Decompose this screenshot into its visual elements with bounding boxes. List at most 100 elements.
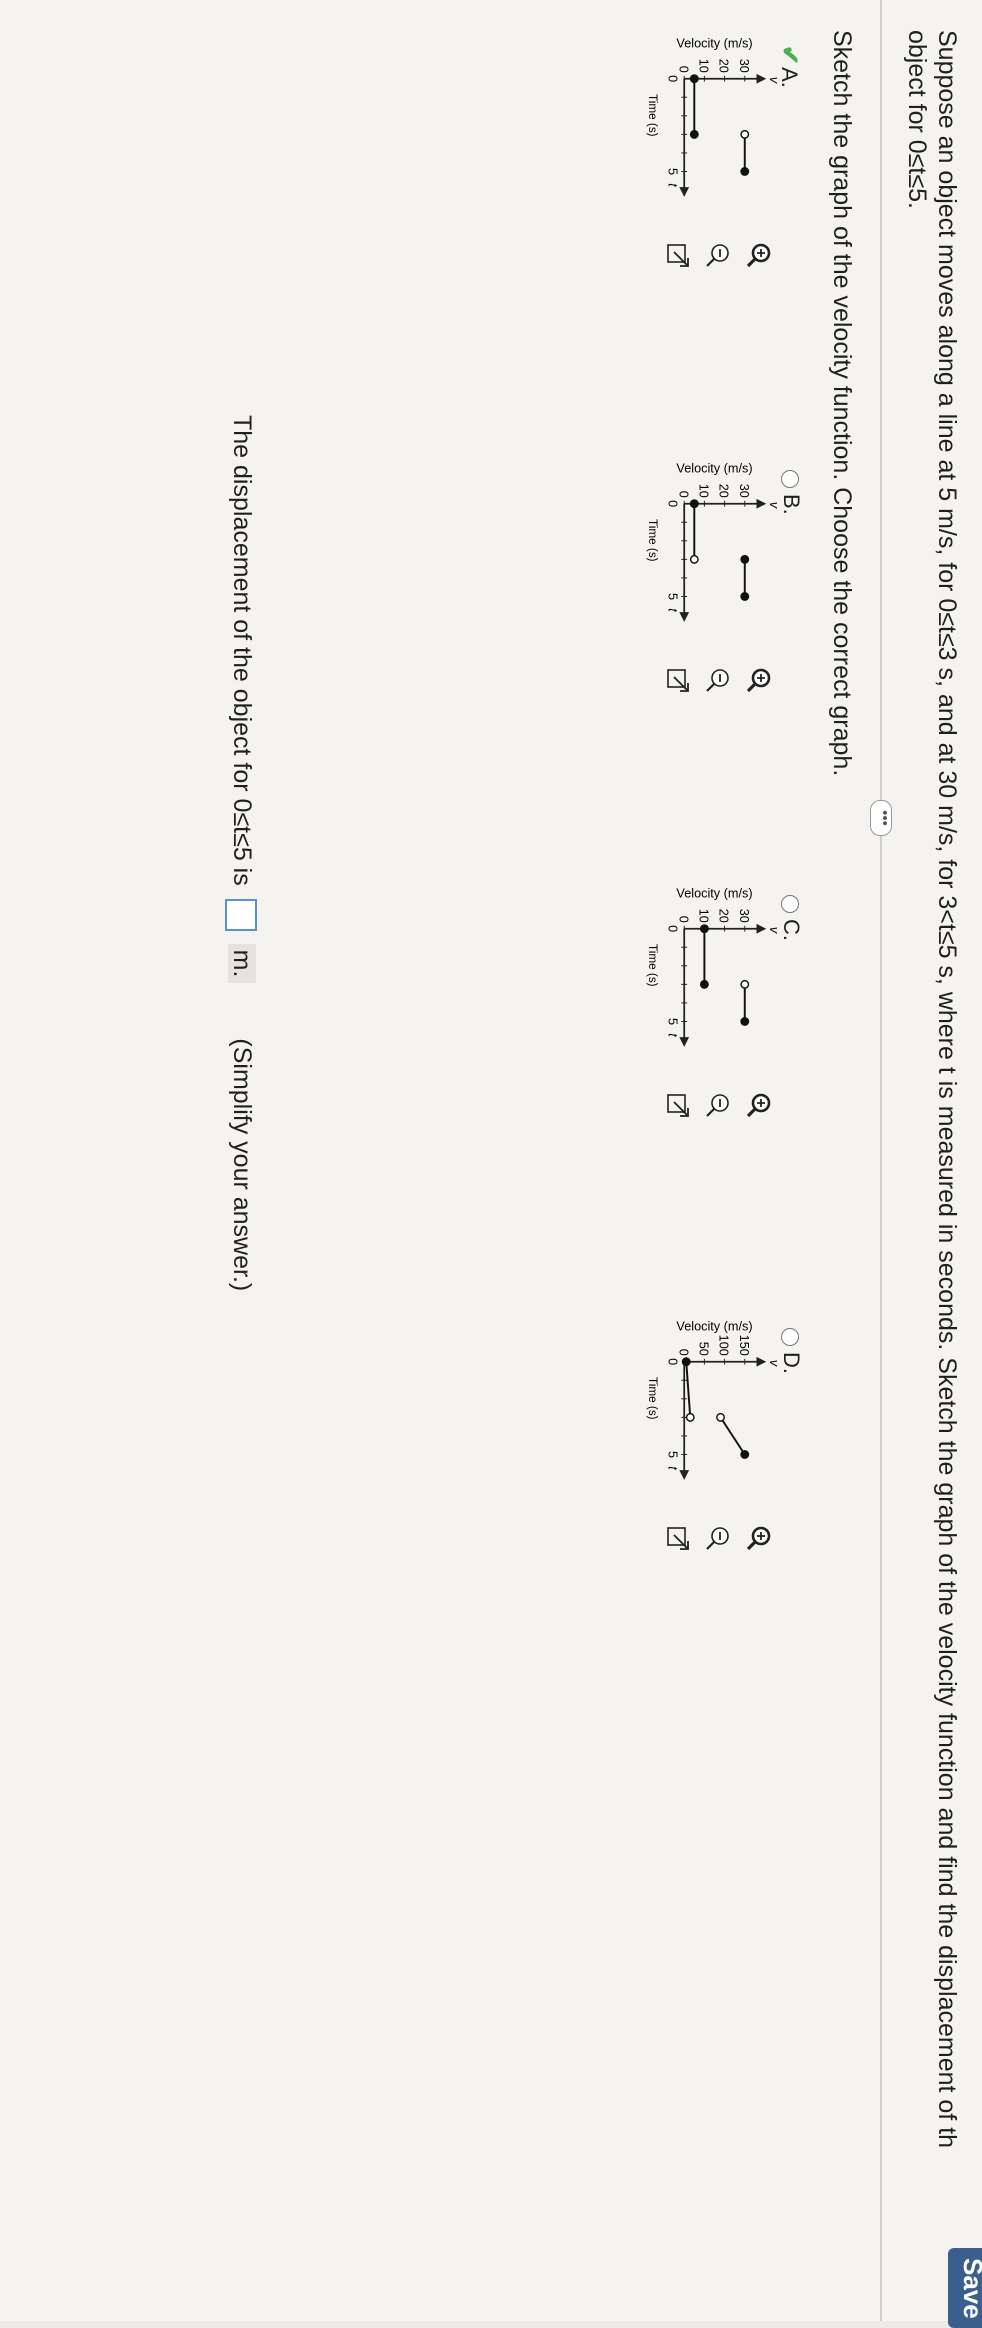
closed-point [689,129,699,139]
closed-point [689,499,699,509]
y-tick-label: 0 [676,491,690,498]
question-text-line2: object for 0≤t≤5. [903,30,931,209]
checkmark-icon[interactable]: ✔ [776,45,803,65]
x-tick-label: 0 [666,500,680,507]
option-d-zoom-in-icon[interactable] [744,1523,774,1553]
option-c-velocity-graph: 30 20 10 0 0 5 v t Velocity (m/s) Time (s) [646,886,781,1047]
simplify-hint: (Simplify your answer.) [228,1038,256,1292]
radio-button[interactable] [780,1328,799,1346]
y-tick-label: 50 [697,1342,711,1356]
option-c-choice[interactable]: C. [778,895,804,941]
y-tick-label: 0 [676,916,690,923]
y-tick-label: 0 [676,66,690,73]
radio-button[interactable] [780,470,799,488]
x-axis-letter: t [666,1033,680,1037]
more-button[interactable]: ••• [870,800,893,836]
option-b-zoom-out-icon[interactable] [703,665,733,695]
closed-point [689,74,699,84]
x-tick-label: 0 [666,1358,680,1365]
option-b-label: B. [779,494,804,515]
y-tick-label: 20 [717,909,731,923]
x-axis-arrow [679,1470,690,1480]
x-tick-label: 5 [666,168,680,175]
closed-point [681,1357,691,1367]
x-axis-label: Time (s) [646,94,659,137]
closed-point [740,1017,750,1026]
part1-prompt: Sketch the graph of the velocity functio… [828,30,856,777]
x-axis-arrow [679,1037,690,1047]
open-point [716,1412,725,1422]
y-tick-label: 30 [737,484,751,498]
y-axis-letter: v [767,1360,781,1367]
y-axis-letter: v [767,927,781,934]
open-point [740,129,750,139]
closed-point [740,592,750,601]
x-axis-letter: t [666,1466,680,1470]
option-c-popout-icon[interactable] [662,1090,692,1120]
displacement-answer-input[interactable] [224,898,257,931]
option-c-label: C. [779,919,804,941]
option-d-velocity-graph: 150 100 50 0 0 5 v t Velocity (m/s) Time (s) [646,1319,781,1480]
x-tick-label: 5 [666,1451,680,1458]
y-axis-arrow [756,498,767,509]
y-axis-letter: v [767,502,781,509]
option-b-velocity-graph: 30 20 10 0 0 5 v t Velocity (m/s) Time (s) [646,461,781,622]
open-point [685,1412,695,1422]
y-axis-label: Velocity (m/s) [676,1319,752,1333]
y-axis-label: Velocity (m/s) [676,36,752,50]
y-tick-label: 20 [717,484,731,498]
y-axis-label: Velocity (m/s) [676,886,752,900]
option-a-velocity-graph: 30 20 10 0 0 5 v t Velocity (m/s) Time (s) [646,36,781,197]
y-tick-label: 10 [697,59,711,73]
y-tick-label: 30 [737,59,751,73]
y-axis-label: Velocity (m/s) [676,461,752,475]
option-a-zoom-out-icon[interactable] [703,240,733,270]
closed-point [740,554,750,564]
part2-prefix: The displacement of the object for 0≤t≤5… [228,415,256,886]
question-text-line1: Suppose an object moves along a line at … [933,30,961,2149]
x-axis-letter: t [666,608,680,612]
option-d-choice[interactable]: D. [778,1328,804,1374]
closed-point [740,167,750,176]
y-tick-label: 10 [697,909,711,923]
unit-label: m. [228,943,256,984]
y-tick-label: 30 [737,909,751,923]
question-page: Save Suppose an object moves along a lin… [0,0,982,2328]
part2-row: The displacement of the object for 0≤t≤5… [224,415,257,1292]
y-tick-label: 10 [697,484,711,498]
option-d-zoom-out-icon[interactable] [703,1523,733,1553]
y-tick-label: 100 [717,1335,731,1356]
x-axis-label: Time (s) [646,944,659,987]
save-button[interactable]: Save [948,2248,982,2328]
x-tick-label: 5 [666,1018,680,1025]
x-axis-letter: t [666,183,680,187]
x-axis-arrow [679,612,690,622]
x-axis-arrow [679,187,690,197]
option-a-popout-icon[interactable] [662,240,692,270]
open-point [689,554,699,564]
segment-1 [685,1361,692,1418]
closed-point [699,979,709,989]
option-a-zoom-in-icon[interactable] [744,240,774,270]
option-b-choice[interactable]: B. [778,470,804,515]
option-c-zoom-in-icon[interactable] [744,1090,774,1120]
y-axis-arrow [756,923,767,934]
y-tick-label: 0 [676,1349,690,1356]
x-axis-label: Time (s) [646,1377,659,1420]
section-divider [880,0,882,2321]
option-d-popout-icon[interactable] [662,1523,692,1553]
x-tick-label: 0 [666,75,680,82]
open-point [740,979,750,989]
option-d-label: D. [779,1352,804,1374]
radio-button[interactable] [780,895,799,913]
option-b-zoom-in-icon[interactable] [744,665,774,695]
segment-2 [719,1416,746,1456]
y-axis-arrow [756,1356,767,1367]
y-tick-label: 20 [717,59,731,73]
y-tick-label: 150 [737,1335,751,1356]
y-axis-arrow [756,73,767,84]
option-c-zoom-out-icon[interactable] [703,1090,733,1120]
x-tick-label: 5 [666,593,680,600]
x-axis-label: Time (s) [646,519,659,562]
option-b-popout-icon[interactable] [662,665,692,695]
